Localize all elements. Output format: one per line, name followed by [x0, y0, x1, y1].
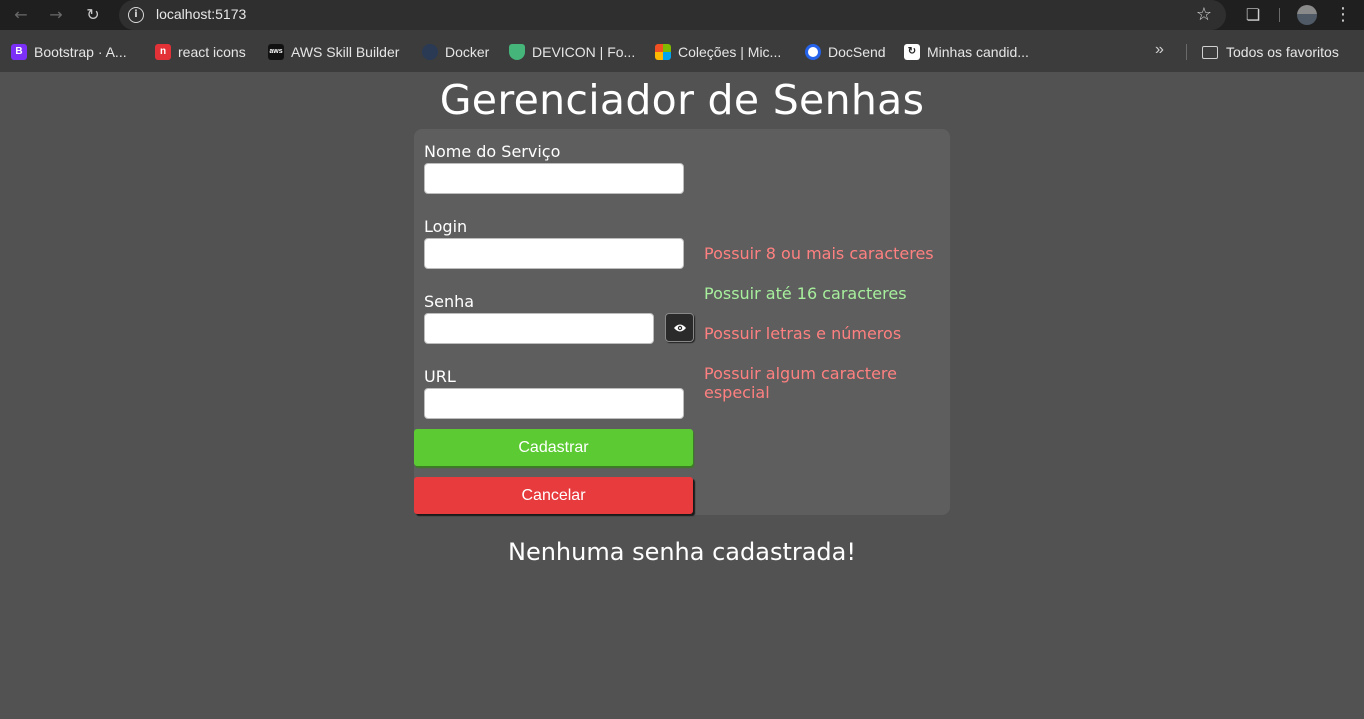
- bookmark-label: DEVICON | Fo...: [532, 44, 636, 60]
- aws-icon: aws: [268, 44, 284, 60]
- devicon-icon: [509, 44, 525, 60]
- all-bookmarks-label: Todos os favoritos: [1226, 44, 1339, 60]
- react-icons-icon: n: [155, 44, 171, 60]
- more-bookmarks-icon[interactable]: »: [1155, 41, 1164, 59]
- rule-letters-numbers: Possuir letras e números: [704, 324, 902, 343]
- login-input[interactable]: [424, 238, 684, 269]
- address-bar[interactable]: i localhost:5173 ☆: [119, 0, 1226, 30]
- eye-icon: [673, 324, 686, 331]
- page-title: Gerenciador de Senhas: [439, 76, 925, 124]
- rule-max-length: Possuir até 16 caracteres: [704, 284, 907, 303]
- password-input[interactable]: [424, 313, 654, 344]
- docsend-icon: [805, 44, 821, 60]
- folder-icon: [1202, 45, 1218, 59]
- site-info-icon[interactable]: i: [128, 7, 144, 23]
- profile-avatar[interactable]: [1297, 5, 1317, 25]
- service-name-label: Nome do Serviço: [424, 142, 561, 161]
- extensions-icon[interactable]: ❏: [1243, 5, 1263, 25]
- bookmark-candidaturas[interactable]: ↻ Minhas candid...: [904, 43, 1029, 61]
- url-label: URL: [424, 367, 456, 386]
- bookmark-label: DocSend: [828, 44, 886, 60]
- cancel-button[interactable]: Cancelar: [414, 477, 693, 514]
- bookmark-aws[interactable]: aws AWS Skill Builder: [268, 43, 399, 61]
- password-label: Senha: [424, 292, 475, 311]
- register-button[interactable]: Cadastrar: [414, 429, 693, 466]
- url-input[interactable]: [424, 388, 684, 419]
- bookmark-docker[interactable]: Docker: [422, 43, 489, 61]
- bookmark-label: Bootstrap · A...: [34, 44, 127, 60]
- bookmarks-divider: [1186, 44, 1187, 60]
- url-text[interactable]: localhost:5173: [156, 6, 246, 22]
- bookmark-react-icons[interactable]: n react icons: [155, 43, 246, 61]
- rule-min-length: Possuir 8 ou mais caracteres: [704, 244, 934, 263]
- bookmark-microsoft[interactable]: Coleções | Mic...: [655, 43, 781, 61]
- kebab-menu-icon[interactable]: ⋮: [1333, 5, 1353, 25]
- all-bookmarks-folder[interactable]: Todos os favoritos: [1202, 43, 1339, 61]
- login-label: Login: [424, 217, 468, 236]
- rule-special-char: Possuir algum caractere especial: [704, 364, 897, 402]
- browser-toolbar: ← → ↻ i localhost:5173 ☆ ❏ ⋮: [0, 0, 1364, 30]
- linkedin-style-icon: ↻: [904, 44, 920, 60]
- toggle-password-visibility-button[interactable]: [665, 313, 694, 342]
- bookmark-label: Docker: [445, 44, 490, 60]
- bookmark-label: react icons: [178, 44, 246, 60]
- bookmark-label: Coleções | Mic...: [678, 44, 782, 60]
- bookmarks-bar: B Bootstrap · A... n react icons aws AWS…: [0, 30, 1364, 72]
- forward-arrow-icon[interactable]: →: [46, 5, 66, 25]
- bookmark-devicon[interactable]: DEVICON | Fo...: [509, 43, 635, 61]
- docker-icon: [422, 44, 438, 60]
- reload-icon[interactable]: ↻: [83, 5, 103, 25]
- bookmark-bootstrap[interactable]: B Bootstrap · A...: [11, 43, 127, 61]
- bookmark-label: Minhas candid...: [927, 44, 1029, 60]
- microsoft-icon: [655, 44, 671, 60]
- back-arrow-icon[interactable]: ←: [11, 5, 31, 25]
- service-name-input[interactable]: [424, 163, 684, 194]
- bootstrap-icon: B: [11, 44, 27, 60]
- bookmark-docsend[interactable]: DocSend: [805, 43, 886, 61]
- bookmark-label: AWS Skill Builder: [291, 44, 400, 60]
- password-form-card: Nome do Serviço Login Senha URL Cadastra…: [414, 129, 950, 515]
- empty-passwords-message: Nenhuma senha cadastrada!: [508, 538, 856, 566]
- bookmark-star-icon[interactable]: ☆: [1196, 4, 1212, 25]
- toolbar-divider: [1279, 8, 1280, 22]
